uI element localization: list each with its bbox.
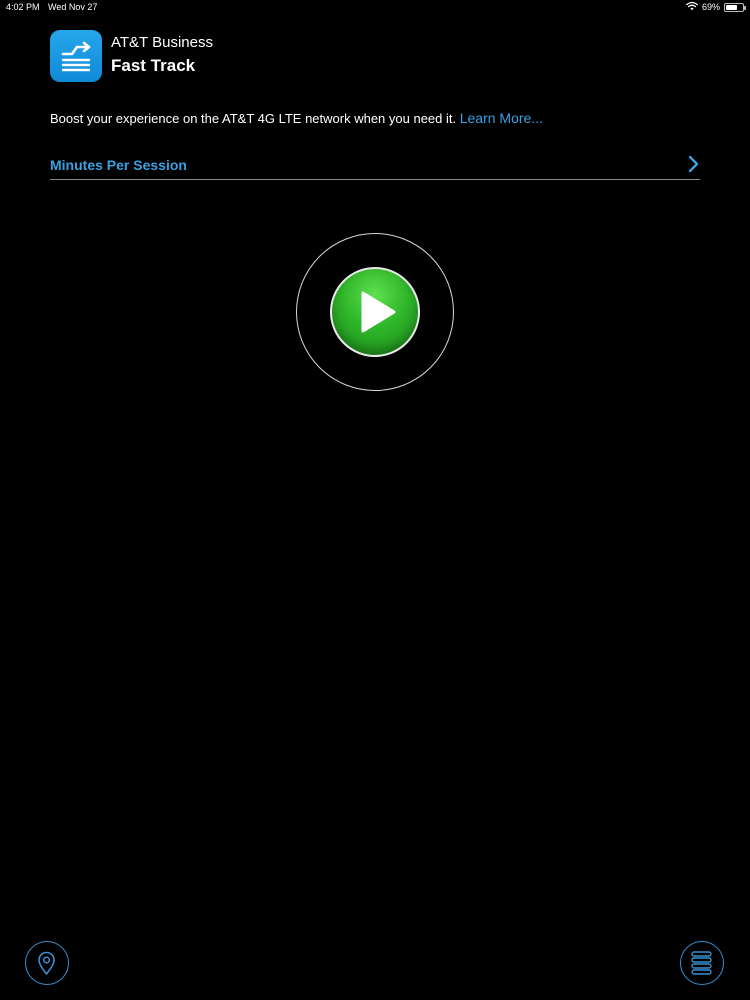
status-time: 4:02 PM <box>6 2 40 12</box>
location-button[interactable] <box>25 941 69 985</box>
description: Boost your experience on the AT&T 4G LTE… <box>50 110 543 126</box>
fast-track-app-icon <box>50 30 102 82</box>
minutes-per-session-row[interactable]: Minutes Per Session <box>50 150 700 180</box>
menu-button[interactable] <box>680 941 724 985</box>
wifi-icon <box>686 1 698 13</box>
status-date: Wed Nov 27 <box>48 2 98 12</box>
brand-name: AT&T Business <box>111 34 213 51</box>
description-text: Boost your experience on the AT&T 4G LTE… <box>50 111 460 126</box>
learn-more-link[interactable]: Learn More... <box>460 110 543 126</box>
play-button[interactable] <box>330 267 420 357</box>
location-pin-icon <box>38 951 55 975</box>
minutes-per-session-label: Minutes Per Session <box>50 157 187 173</box>
chevron-right-icon <box>688 155 700 178</box>
battery-icon <box>724 2 746 12</box>
battery-fill <box>726 4 737 10</box>
menu-list-icon <box>691 951 712 975</box>
status-right: 69% <box>686 1 746 13</box>
battery-percent: 69% <box>701 2 720 12</box>
product-name: Fast Track <box>111 56 196 75</box>
play-icon <box>361 291 396 333</box>
status-bar: 4:02 PM Wed Nov 27 69% <box>0 0 750 16</box>
